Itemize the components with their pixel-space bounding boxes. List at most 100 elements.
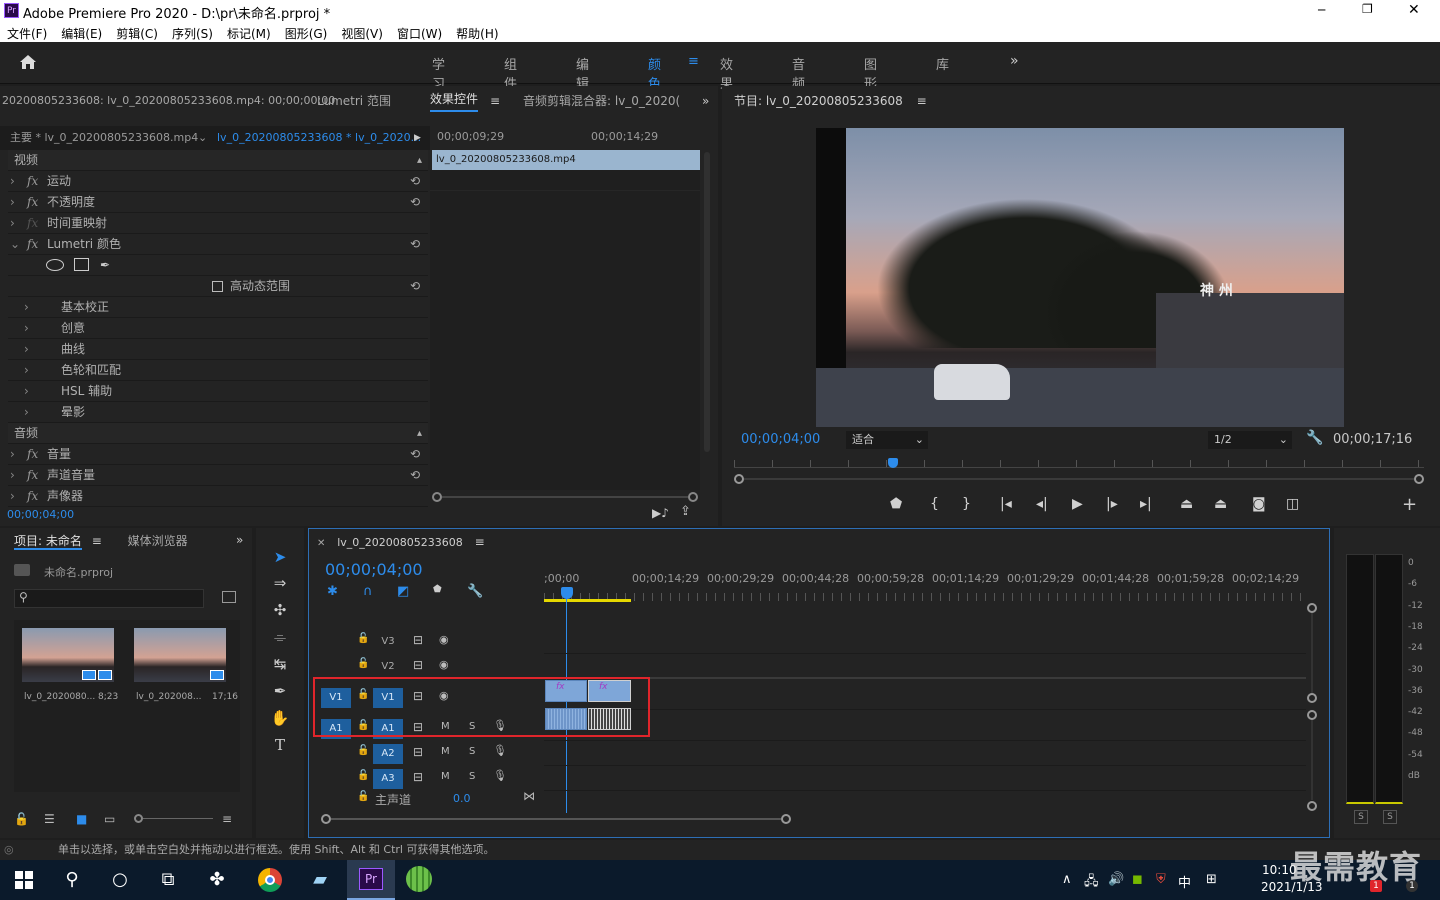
effect-row[interactable]: › fx 音量 ⟲: [8, 444, 428, 465]
lock-icon[interactable]: 🔓: [14, 812, 29, 826]
home-icon[interactable]: [18, 52, 38, 72]
solo-right-button[interactable]: S: [1383, 810, 1397, 824]
chevron-right-icon[interactable]: ›: [24, 360, 29, 381]
chevron-icon[interactable]: ›: [10, 213, 15, 234]
search-icon[interactable]: ⚲: [58, 866, 86, 894]
menu-item[interactable]: 图形(G): [278, 22, 335, 42]
export-frame-icon[interactable]: ◙: [1252, 496, 1266, 512]
chevron-right-icon[interactable]: ›: [24, 339, 29, 360]
effect-row[interactable]: › fx 声道音量 ⟲: [8, 465, 428, 486]
track-lane[interactable]: [544, 716, 1306, 741]
chevron-icon[interactable]: ›: [10, 192, 15, 213]
effect-clip-bar[interactable]: lv_0_20200805233608.mp4: [432, 150, 700, 170]
menu-item[interactable]: 窗口(W): [390, 22, 449, 42]
zoom-slider[interactable]: [134, 814, 216, 824]
lumetri-section[interactable]: › 创意: [8, 318, 428, 339]
ime-indicator[interactable]: 中: [1178, 872, 1191, 891]
horizontal-scrollbar[interactable]: [432, 492, 698, 502]
menu-icon[interactable]: ≡: [475, 535, 485, 549]
notepad-app-icon[interactable]: ▰: [306, 866, 334, 894]
add-button-icon[interactable]: +: [1402, 494, 1417, 515]
chevron-right-icon[interactable]: ›: [10, 444, 15, 465]
media-thumbnail[interactable]: [134, 628, 226, 682]
hand-tool-icon[interactable]: ✋: [270, 709, 290, 729]
chevron-right-icon[interactable]: ›: [10, 486, 15, 507]
chevron-right-icon[interactable]: ›: [24, 381, 29, 402]
project-search-input[interactable]: ⚲: [14, 589, 204, 608]
sync-lock-icon[interactable]: ⊟: [413, 770, 423, 784]
vertical-scroll-dot[interactable]: [1307, 693, 1317, 703]
timeline-horizontal-scrollbar[interactable]: [321, 814, 1311, 826]
step-forward-icon[interactable]: |▸: [1106, 496, 1118, 512]
workspace-more-button[interactable]: »: [1010, 53, 1019, 69]
mute-button[interactable]: M: [441, 746, 450, 757]
lumetri-section[interactable]: › HSL 辅助: [8, 381, 428, 402]
play-icon[interactable]: ▶: [1072, 496, 1083, 512]
eye-icon[interactable]: ◉: [439, 658, 449, 671]
menu-icon[interactable]: ≡: [92, 534, 102, 548]
menu-icon[interactable]: ≡: [490, 88, 500, 114]
mark-in-icon[interactable]: {: [930, 496, 939, 512]
notification-badge[interactable]: 1: [1370, 880, 1382, 892]
lock-icon[interactable]: 🔓: [357, 745, 369, 756]
freeform-view-icon[interactable]: ▭: [104, 812, 115, 826]
panel-more-icon[interactable]: »: [702, 88, 709, 114]
add-marker-icon[interactable]: ⬟: [890, 496, 902, 512]
workspace-tab[interactable]: 库: [936, 54, 949, 73]
menu-item[interactable]: 序列(S): [165, 22, 220, 42]
play-triangle-icon[interactable]: ▶: [414, 126, 421, 150]
master-expand-icon[interactable]: ⋈: [523, 789, 535, 803]
menu-item[interactable]: 剪辑(C): [109, 22, 165, 42]
mute-button[interactable]: M: [441, 771, 450, 782]
timeline-playhead[interactable]: [561, 587, 573, 599]
fx-icon[interactable]: fx: [27, 234, 38, 255]
maximize-button[interactable]: ❐: [1362, 2, 1373, 16]
close-button[interactable]: ✕: [1408, 2, 1420, 18]
reset-icon[interactable]: ⟲: [410, 234, 420, 255]
menu-item[interactable]: 编辑(E): [54, 22, 109, 42]
quality-select[interactable]: 1/2 ⌄: [1208, 431, 1292, 449]
collapse-icon[interactable]: ▴: [417, 423, 422, 444]
lock-icon[interactable]: 🔓: [357, 770, 369, 781]
timeline-timecode[interactable]: 00;00;04;00: [325, 560, 423, 579]
chevron-up-icon[interactable]: ∧: [1062, 872, 1072, 887]
snap-icon[interactable]: ✱: [327, 584, 338, 599]
insert-edit-icon[interactable]: ◩: [397, 584, 409, 599]
chevron-down-icon[interactable]: ⌄: [198, 126, 207, 150]
solo-left-button[interactable]: S: [1354, 810, 1368, 824]
linked-selection-icon[interactable]: ∩: [363, 584, 373, 599]
fx-icon[interactable]: fx: [27, 213, 38, 234]
master-volume-value[interactable]: 0.0: [453, 792, 471, 805]
section-header[interactable]: 视频 ▴: [8, 150, 428, 171]
tab-media-browser[interactable]: 媒体浏览器: [128, 534, 188, 548]
solo-button[interactable]: S: [469, 771, 475, 782]
current-time-display[interactable]: 00;00;04;00: [7, 508, 74, 521]
panel-more-icon[interactable]: »: [236, 533, 243, 547]
fx-icon[interactable]: fx: [27, 465, 38, 486]
tab-audio-clip-mixer[interactable]: 音频剪辑混合器: lv_0_2020(: [523, 88, 680, 114]
pen-tool-icon[interactable]: ✒: [270, 682, 290, 702]
windows-start-icon[interactable]: [10, 866, 38, 894]
collapse-icon[interactable]: ▴: [417, 150, 422, 171]
timeline-ruler[interactable]: ;00;00 00;00;14;29 00;00;29;29 00;00;44;28 0…: [544, 569, 1304, 603]
chevron-right-icon[interactable]: ›: [10, 465, 15, 486]
ellipse-mask-icon[interactable]: [46, 259, 64, 271]
export-icon[interactable]: ⇪: [680, 504, 691, 519]
chevron-icon[interactable]: ⌄: [10, 234, 20, 255]
task-view-icon[interactable]: ⧉: [154, 866, 182, 894]
sync-lock-icon[interactable]: ⊟: [413, 633, 423, 647]
minimize-button[interactable]: ─: [1318, 3, 1325, 17]
solo-button[interactable]: S: [469, 746, 475, 757]
track-lane[interactable]: [544, 685, 1306, 710]
lock-icon[interactable]: 🔓: [357, 791, 369, 802]
playhead-marker[interactable]: [888, 458, 898, 468]
vertical-scroll-dot[interactable]: [1307, 603, 1317, 613]
sequence-clip-label[interactable]: lv_0_20200805233608 * lv_0_2020...: [217, 126, 421, 150]
close-icon[interactable]: ✕: [317, 538, 325, 549]
program-monitor-title[interactable]: 节目: lv_0_20200805233608: [734, 94, 903, 108]
lock-icon[interactable]: 🔓: [357, 658, 369, 669]
pen-mask-icon[interactable]: ✒: [100, 255, 110, 276]
eye-icon[interactable]: ◉: [439, 633, 449, 646]
lumetri-section[interactable]: › 晕影: [8, 402, 428, 423]
section-header[interactable]: 音频 ▴: [8, 423, 428, 444]
